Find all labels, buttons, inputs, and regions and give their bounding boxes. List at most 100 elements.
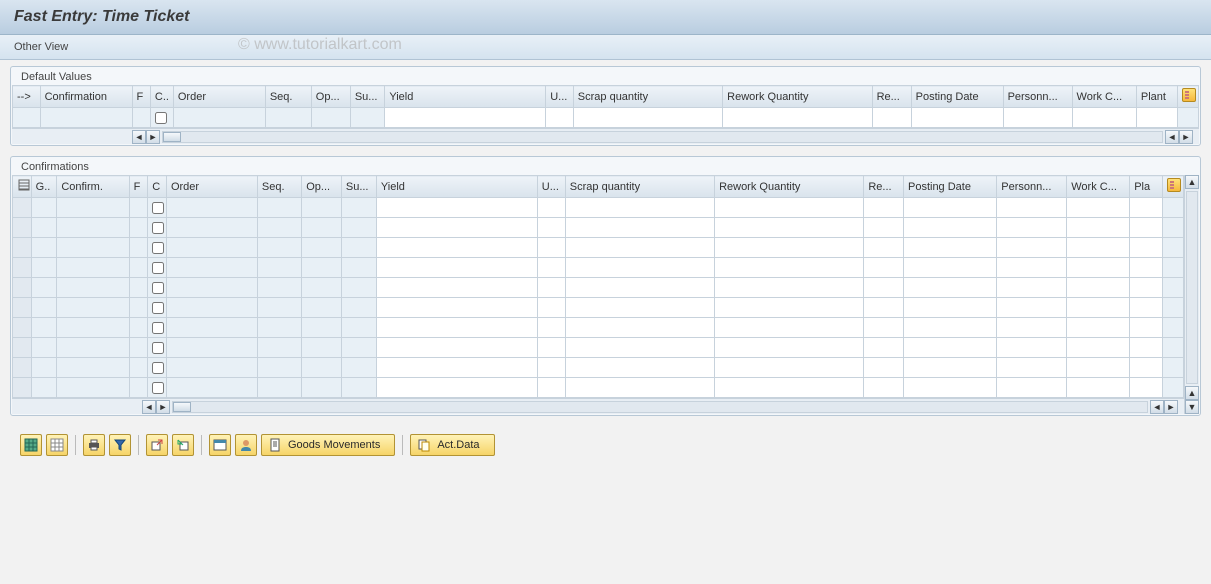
table-cell[interactable] <box>997 358 1067 378</box>
col-seq2[interactable]: Seq. <box>257 176 301 198</box>
table-cell[interactable] <box>31 258 57 278</box>
table-cell[interactable] <box>166 378 257 398</box>
table-cell[interactable] <box>129 238 148 258</box>
table-cell[interactable] <box>376 218 537 238</box>
table-cell[interactable] <box>129 318 148 338</box>
table-cell[interactable] <box>57 258 129 278</box>
c-checkbox[interactable] <box>152 382 164 394</box>
col-rework[interactable]: Rework Quantity <box>723 86 872 108</box>
table-cell[interactable] <box>148 198 167 218</box>
table-cell[interactable] <box>302 298 342 318</box>
table-cell[interactable] <box>166 358 257 378</box>
table-cell[interactable] <box>537 318 565 338</box>
table-cell[interactable] <box>57 218 129 238</box>
table-cell[interactable] <box>31 238 57 258</box>
row-selector[interactable] <box>13 378 32 398</box>
table-cell[interactable] <box>1067 378 1130 398</box>
table-cell[interactable] <box>31 198 57 218</box>
table-cell[interactable] <box>148 298 167 318</box>
table-cell[interactable] <box>148 278 167 298</box>
table-cell[interactable] <box>57 198 129 218</box>
scroll-left-icon[interactable]: ◄ <box>132 130 146 144</box>
table-cell[interactable] <box>864 198 904 218</box>
table-cell[interactable] <box>903 318 996 338</box>
col-config[interactable] <box>1178 86 1199 108</box>
table-cell[interactable] <box>715 338 864 358</box>
table-cell[interactable] <box>1130 238 1163 258</box>
goods-movements-button[interactable]: Goods Movements <box>261 434 395 456</box>
table-cell[interactable] <box>903 358 996 378</box>
table-cell[interactable] <box>537 378 565 398</box>
table-cell[interactable] <box>166 338 257 358</box>
col-f[interactable]: F <box>132 86 150 108</box>
table-cell[interactable] <box>376 358 537 378</box>
table-cell[interactable] <box>997 378 1067 398</box>
row-selector[interactable] <box>13 218 32 238</box>
row-selector[interactable] <box>13 278 32 298</box>
default-values-hscroll[interactable]: ◄ ► ◄ ► <box>12 128 1199 144</box>
table-cell[interactable] <box>257 358 301 378</box>
c-checkbox[interactable] <box>152 282 164 294</box>
table-cell[interactable] <box>31 378 57 398</box>
col-scrap2[interactable]: Scrap quantity <box>565 176 714 198</box>
table-cell[interactable] <box>565 218 714 238</box>
col-u2[interactable]: U... <box>537 176 565 198</box>
scroll-track-v[interactable] <box>1186 191 1198 384</box>
user-button[interactable] <box>235 434 257 456</box>
table-settings-icon[interactable] <box>1182 88 1196 102</box>
cell-op[interactable] <box>311 108 350 128</box>
table-cell[interactable] <box>257 218 301 238</box>
scroll-right2-icon[interactable]: ► <box>1164 400 1178 414</box>
c-checkbox[interactable] <box>152 302 164 314</box>
confirmations-vscroll[interactable]: ▲ ▲ ▼ <box>1184 175 1199 414</box>
table-cell[interactable] <box>864 218 904 238</box>
row-selector[interactable] <box>13 318 32 338</box>
table-cell[interactable] <box>341 218 376 238</box>
table-cell[interactable] <box>302 358 342 378</box>
cell-posting-date[interactable] <box>911 108 1003 128</box>
table-cell[interactable] <box>257 198 301 218</box>
table-cell[interactable] <box>129 198 148 218</box>
table-cell[interactable] <box>997 338 1067 358</box>
table-cell[interactable] <box>903 238 996 258</box>
cell-f[interactable] <box>132 108 150 128</box>
other-view-link[interactable]: Other View <box>14 41 68 53</box>
table-cell[interactable] <box>129 278 148 298</box>
table-cell[interactable] <box>537 278 565 298</box>
table-cell[interactable] <box>148 358 167 378</box>
table-cell[interactable] <box>31 278 57 298</box>
table-cell[interactable] <box>341 198 376 218</box>
cell-workc[interactable] <box>1072 108 1136 128</box>
table-cell[interactable] <box>31 358 57 378</box>
table-cell[interactable] <box>376 238 537 258</box>
table-cell[interactable] <box>537 358 565 378</box>
col-op2[interactable]: Op... <box>302 176 342 198</box>
table-cell[interactable] <box>148 258 167 278</box>
table-cell[interactable] <box>997 258 1067 278</box>
cell-c-checkbox[interactable] <box>150 108 173 128</box>
col-plant[interactable]: Plant <box>1136 86 1177 108</box>
table-cell[interactable] <box>1130 358 1163 378</box>
table-cell[interactable] <box>302 198 342 218</box>
table-cell[interactable] <box>166 238 257 258</box>
scroll-left2-icon[interactable]: ◄ <box>1165 130 1179 144</box>
cell-scrap[interactable] <box>573 108 722 128</box>
c-checkbox[interactable] <box>155 112 167 124</box>
table-cell[interactable] <box>148 218 167 238</box>
c-checkbox[interactable] <box>152 342 164 354</box>
col-yield2[interactable]: Yield <box>376 176 537 198</box>
table-cell[interactable] <box>31 218 57 238</box>
table-cell[interactable] <box>903 338 996 358</box>
col-pla[interactable]: Pla <box>1130 176 1163 198</box>
table-cell[interactable] <box>129 378 148 398</box>
cell-confirmation[interactable] <box>40 108 132 128</box>
table-cell[interactable] <box>166 278 257 298</box>
table-cell[interactable] <box>148 238 167 258</box>
table-cell[interactable] <box>257 278 301 298</box>
col-arrow[interactable]: --> <box>13 86 41 108</box>
col-u[interactable]: U... <box>546 86 574 108</box>
table-cell[interactable] <box>129 258 148 278</box>
table-cell[interactable] <box>997 278 1067 298</box>
table-cell[interactable] <box>257 258 301 278</box>
row-selector[interactable] <box>13 238 32 258</box>
